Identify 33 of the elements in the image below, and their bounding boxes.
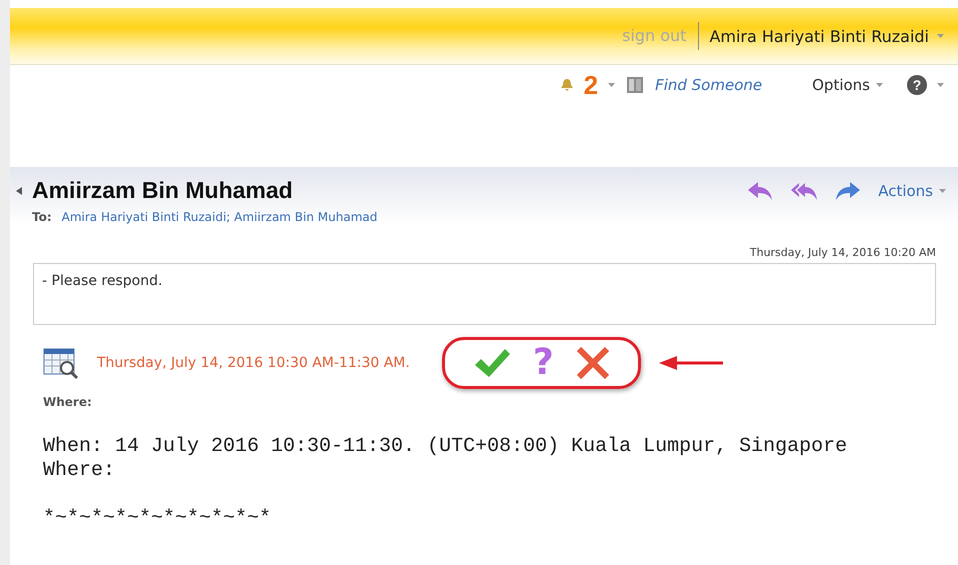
close-icon	[576, 346, 610, 380]
body-text: Where:	[43, 459, 116, 483]
signature-line: *~*~*~*~*~*~*~*~*~*	[43, 507, 272, 531]
user-menu[interactable]: Amira Hariyati Binti Ruzaidi	[699, 26, 944, 46]
recipients-link[interactable]: Amira Hariyati Binti Ruzaidi; Amiirzam Bin Muhamad	[62, 210, 378, 224]
sender-name: Amiirzam Bin Muhamad	[32, 177, 294, 204]
where-label: Where:	[43, 395, 93, 409]
check-icon	[472, 347, 511, 379]
reply-icon[interactable]	[746, 180, 774, 202]
help-button[interactable]: ?	[907, 75, 927, 95]
caret-icon	[876, 83, 883, 87]
caret-icon	[937, 34, 944, 38]
find-someone-link[interactable]: Find Someone	[655, 76, 762, 94]
sent-time: Thursday, July 14, 2016 10:20 AM	[750, 246, 936, 259]
arrow-icon	[658, 355, 725, 371]
collapse-icon[interactable]	[16, 186, 22, 194]
forward-icon[interactable]	[834, 180, 862, 202]
tentative-button[interactable]: ?	[532, 343, 554, 383]
bell-icon[interactable]	[560, 78, 574, 92]
decline-button[interactable]	[576, 346, 610, 380]
actions-menu[interactable]: Actions	[878, 182, 946, 200]
meeting-time: Thursday, July 14, 2016 10:30 AM-11:30 AM.	[97, 355, 410, 371]
accept-button[interactable]	[472, 347, 511, 379]
caret-icon	[939, 188, 946, 192]
note-box: - Please respond.	[33, 263, 936, 325]
caret-icon	[937, 83, 944, 87]
calendar-icon	[43, 346, 79, 380]
reminder-count[interactable]: 2	[584, 70, 598, 100]
body-text: When: 14 July 2016 10:30-11:30. (UTC+08:00) Kuala Lumpur, Singapore	[43, 435, 848, 459]
address-book-icon[interactable]	[625, 75, 646, 95]
caret-icon	[608, 83, 616, 87]
options-menu[interactable]: Options	[812, 76, 883, 94]
to-label: To:	[32, 210, 52, 224]
